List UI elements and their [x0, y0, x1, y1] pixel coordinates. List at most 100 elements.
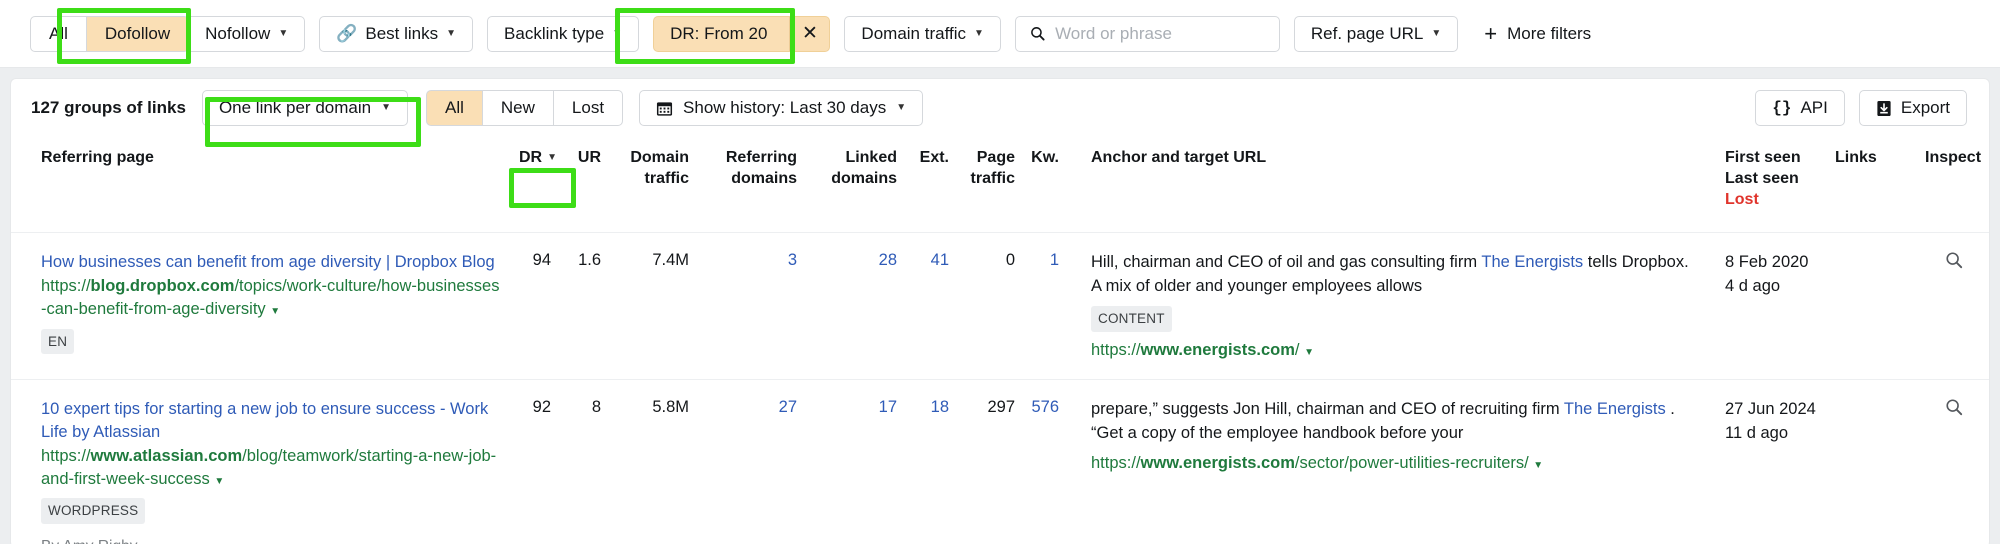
platform-tag: WORDPRESS [41, 498, 146, 524]
grouping-label: One link per domain [218, 98, 372, 117]
header-anchor-and-target-url: Anchor and target URL [1091, 149, 1267, 166]
chevron-down-icon: ▼ [1431, 27, 1442, 39]
url-protocol: https:// [41, 276, 91, 295]
header-ext[interactable]: Ext. [905, 137, 957, 233]
cell-inspect[interactable] [1903, 378, 1989, 544]
header-referring-domains[interactable]: Referring domains [697, 137, 805, 233]
close-icon[interactable]: ✕ [789, 16, 829, 51]
search-input[interactable] [1055, 23, 1265, 44]
header-referring-page[interactable]: Referring page [11, 137, 511, 233]
chevron-down-icon[interactable]: ▼ [1533, 460, 1543, 471]
api-label: API [1800, 98, 1828, 117]
results-card: 127 groups of links One link per domain … [10, 78, 1990, 544]
chevron-down-icon: ▼ [973, 27, 984, 39]
chevron-down-icon[interactable]: ▼ [270, 306, 280, 317]
filter-dr-chip[interactable]: DR: From 20 ✕ [653, 15, 831, 52]
filter-dr-label: DR: From 20 [670, 23, 768, 43]
state-new-button[interactable]: New [482, 90, 554, 126]
header-page-traffic[interactable]: Page traffic [957, 137, 1023, 233]
last-seen-value: 4 d ago [1725, 277, 1781, 296]
filter-backlink-type-dropdown[interactable]: Backlink type ▼ [487, 15, 640, 52]
search-icon[interactable] [1945, 251, 1963, 269]
cell-seen-dates: 27 Jun 2024 11 d ago [1697, 378, 1825, 544]
state-lost-button[interactable]: Lost [553, 90, 624, 126]
grouping-dropdown[interactable]: One link per domain ▼ [201, 90, 408, 126]
header-ur[interactable]: UR [559, 137, 609, 233]
filter-backlink-type-label: Backlink type [504, 23, 605, 43]
referring-page-url[interactable]: https://www.atlassian.com/blog/teamwork/… [41, 447, 496, 488]
header-domain-traffic[interactable]: Domain traffic [609, 137, 697, 233]
header-page-traffic-line2: traffic [970, 170, 1015, 188]
filter-domain-traffic-label: Domain traffic [861, 23, 966, 43]
results-toolbar: 127 groups of links One link per domain … [11, 79, 1989, 137]
header-linked-domains-line1: Linked [845, 149, 897, 166]
link-type-segmented-control: All Dofollow [30, 15, 190, 52]
filter-domain-traffic-dropdown[interactable]: Domain traffic ▼ [844, 15, 1001, 52]
header-linked-domains[interactable]: Linked domains [805, 137, 905, 233]
filter-nofollow-label: Nofollow [205, 23, 271, 43]
header-dr-label: DR [519, 149, 543, 166]
cell-ext[interactable]: 18 [905, 378, 957, 544]
filter-dofollow-button[interactable]: Dofollow [86, 15, 190, 52]
cell-kw[interactable]: 576 [1023, 378, 1067, 544]
cell-referring-page: 10 expert tips for starting a new job to… [11, 378, 511, 544]
anchor-text-pre: prepare,” suggests Jon Hill, chairman an… [1091, 399, 1564, 418]
header-linked-domains-line2: domains [831, 170, 897, 188]
header-domain-traffic-line1: Domain [630, 149, 689, 166]
search-icon[interactable] [1945, 398, 1963, 416]
export-button[interactable]: Export [1858, 90, 1967, 126]
cell-ext[interactable]: 41 [905, 232, 957, 380]
more-filters-button[interactable]: + More filters [1484, 22, 1592, 45]
referring-page-title-link[interactable]: How businesses can benefit from age dive… [41, 253, 495, 271]
filter-ref-page-url-label: Ref. page URL [1310, 23, 1424, 43]
target-url[interactable]: https://www.energists.com/ [1091, 339, 1299, 363]
header-kw[interactable]: Kw. [1023, 137, 1067, 233]
table-body: How businesses can benefit from age dive… [11, 232, 1989, 544]
cell-referring-domains[interactable]: 27 [697, 378, 805, 544]
anchor-link[interactable]: The Energists [1481, 253, 1583, 271]
download-icon [1877, 100, 1891, 116]
show-history-dropdown[interactable]: Show history: Last 30 days ▼ [639, 90, 924, 126]
export-label: Export [1900, 98, 1950, 117]
platform-tag: EN [41, 328, 75, 354]
state-all-button[interactable]: All [425, 90, 483, 126]
backlinks-table: Referring page DR ▼ UR Domain traffic Re… [11, 137, 1989, 544]
filter-best-links-label: Best links [365, 23, 439, 43]
header-dr[interactable]: DR ▼ [511, 137, 559, 233]
filter-ref-page-url-dropdown[interactable]: Ref. page URL ▼ [1293, 15, 1459, 52]
filter-all-button[interactable]: All [30, 15, 87, 52]
cell-ur: 1.6 [559, 232, 609, 380]
cell-referring-domains[interactable]: 3 [697, 232, 805, 380]
cell-kw[interactable]: 1 [1023, 232, 1067, 380]
search-box[interactable] [1014, 15, 1280, 52]
chevron-down-icon[interactable]: ▼ [214, 476, 224, 487]
table-row: How businesses can benefit from age dive… [11, 232, 1989, 380]
cell-inspect[interactable] [1903, 232, 1989, 380]
filter-nofollow-dropdown[interactable]: Nofollow ▼ [188, 15, 306, 52]
target-url[interactable]: https://www.energists.com/sector/power-u… [1091, 452, 1529, 476]
cell-linked-domains[interactable]: 28 [805, 232, 905, 380]
last-seen-value: 11 d ago [1725, 423, 1789, 442]
referring-page-title-link[interactable]: 10 expert tips for starting a new job to… [41, 400, 488, 441]
cell-page-traffic: 297 [957, 378, 1023, 544]
cell-links [1825, 378, 1903, 544]
groups-count-label: 127 groups of links [31, 98, 186, 117]
cell-domain-traffic: 7.4M [609, 232, 697, 380]
anchor-link[interactable]: The Energists [1564, 400, 1666, 418]
url-protocol: https:// [41, 446, 91, 465]
chevron-down-icon[interactable]: ▼ [1304, 347, 1314, 358]
cell-linked-domains[interactable]: 17 [805, 378, 905, 544]
filter-bar: All Dofollow Nofollow ▼ 🔗 Best links ▼ B… [0, 0, 2000, 68]
api-button[interactable]: {} API [1755, 90, 1845, 126]
more-filters-label: More filters [1507, 23, 1592, 43]
chevron-down-icon: ▼ [278, 27, 289, 39]
header-referring-domains-line1: Referring [725, 149, 797, 166]
cell-ur: 8 [559, 378, 609, 544]
anchor-type-tag: CONTENT [1091, 306, 1172, 332]
filter-best-links-dropdown[interactable]: 🔗 Best links ▼ [319, 15, 474, 52]
chevron-down-icon: ▼ [381, 102, 391, 113]
anchor-text: Hill, chairman and CEO of oil and gas co… [1091, 253, 1689, 295]
target-domain: www.energists.com [1140, 453, 1295, 472]
header-seen-dates: First seen Last seen Lost [1697, 137, 1825, 233]
state-segmented-control: All New Lost [425, 90, 624, 126]
